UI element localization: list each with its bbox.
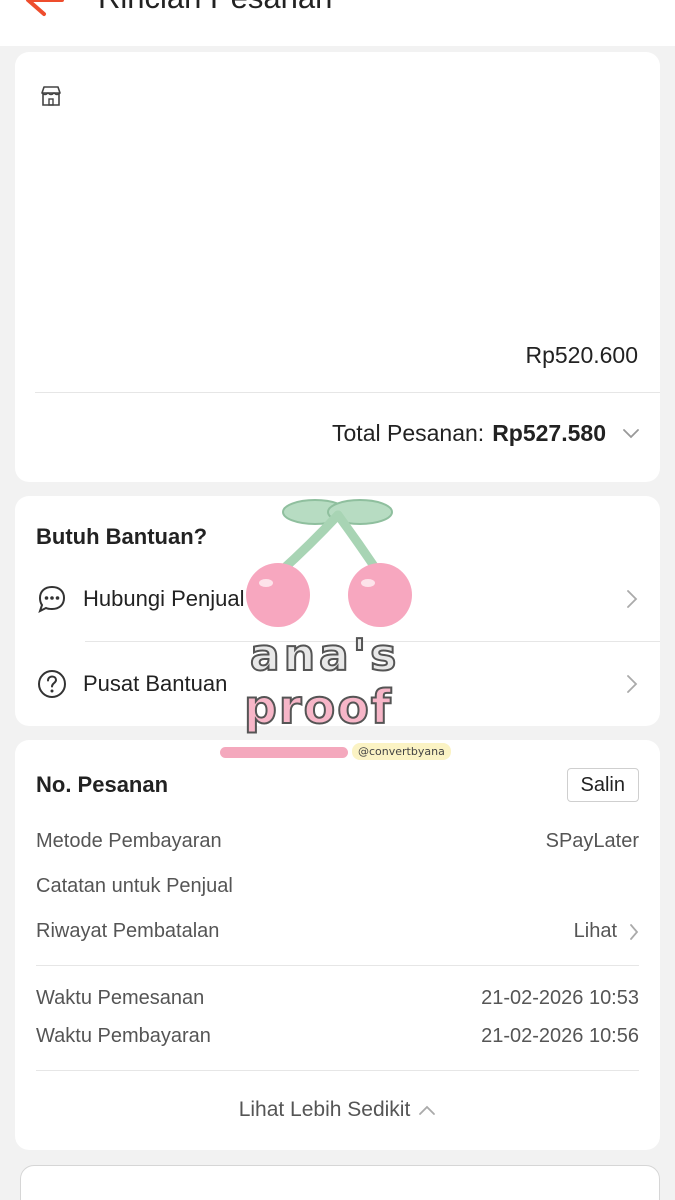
divider — [35, 392, 660, 393]
help-title: Butuh Bantuan? — [36, 524, 208, 549]
order-time-value: 21-02-2026 10:53 — [481, 987, 639, 1009]
watermark-bar — [220, 747, 348, 758]
total-amount: Rp527.580 — [492, 420, 606, 446]
seller-note-label: Catatan untuk Penjual — [36, 875, 233, 897]
chat-icon — [38, 585, 66, 613]
copy-button[interactable]: Salin — [566, 768, 639, 802]
contact-seller-row[interactable]: Hubungi Penjual — [15, 564, 660, 634]
watermark-line2: proof — [243, 679, 393, 735]
order-info-card: No. Pesanan Salin Metode Pembayaran SPay… — [15, 740, 660, 1150]
payment-method-value: SPayLater — [545, 830, 639, 852]
payment-time-value: 21-02-2026 10:56 — [481, 1025, 639, 1047]
cancel-history-link[interactable]: Lihat — [574, 920, 639, 943]
watermark-handle: @convertbyana — [352, 743, 451, 760]
payment-method-label: Metode Pembayaran — [36, 830, 222, 852]
top-bar: Rincian Pesanan — [0, 0, 675, 46]
page-title: Rincian Pesanan — [98, 0, 332, 16]
cancel-history-row[interactable]: Riwayat Pembatalan Lihat — [36, 920, 639, 943]
help-item-label: Hubungi Penjual — [83, 586, 245, 611]
show-less-label: Lihat Lebih Sedikit — [238, 1098, 411, 1121]
show-less-button[interactable]: Lihat Lebih Sedikit — [15, 1098, 660, 1122]
order-number-title: No. Pesanan — [36, 772, 169, 797]
divider — [36, 965, 639, 966]
payment-time-row: Waktu Pembayaran 21-02-2026 10:56 — [36, 1025, 639, 1048]
question-icon — [38, 670, 66, 698]
divider — [36, 1070, 639, 1071]
chevron-right-icon — [627, 590, 638, 608]
chevron-down-icon — [623, 428, 639, 438]
order-time-label: Waktu Pemesanan — [36, 987, 205, 1009]
shop-icon — [41, 86, 61, 106]
cancel-history-label: Riwayat Pembatalan — [36, 920, 220, 942]
total-label: Total Pesanan: — [332, 420, 485, 446]
chevron-up-icon — [419, 1105, 436, 1115]
bottom-button[interactable] — [20, 1165, 660, 1200]
cancel-history-value: Lihat — [573, 920, 617, 942]
seller-note-row: Catatan untuk Penjual — [36, 875, 639, 898]
payment-method-row: Metode Pembayaran SPayLater — [36, 830, 639, 853]
chevron-right-icon — [627, 675, 638, 693]
watermark-line1: ana's — [249, 629, 401, 682]
order-time-row: Waktu Pemesanan 21-02-2026 10:53 — [36, 987, 639, 1010]
back-arrow-icon[interactable] — [18, 0, 64, 18]
order-total-row[interactable]: Total Pesanan: Rp527.580 — [332, 420, 640, 447]
chevron-right-icon — [630, 923, 639, 940]
help-item-label: Pusat Bantuan — [83, 671, 228, 696]
product-price: Rp520.600 — [525, 342, 638, 368]
product-card: Rp520.600 Total Pesanan: Rp527.580 — [15, 52, 660, 482]
payment-time-label: Waktu Pembayaran — [36, 1025, 211, 1047]
